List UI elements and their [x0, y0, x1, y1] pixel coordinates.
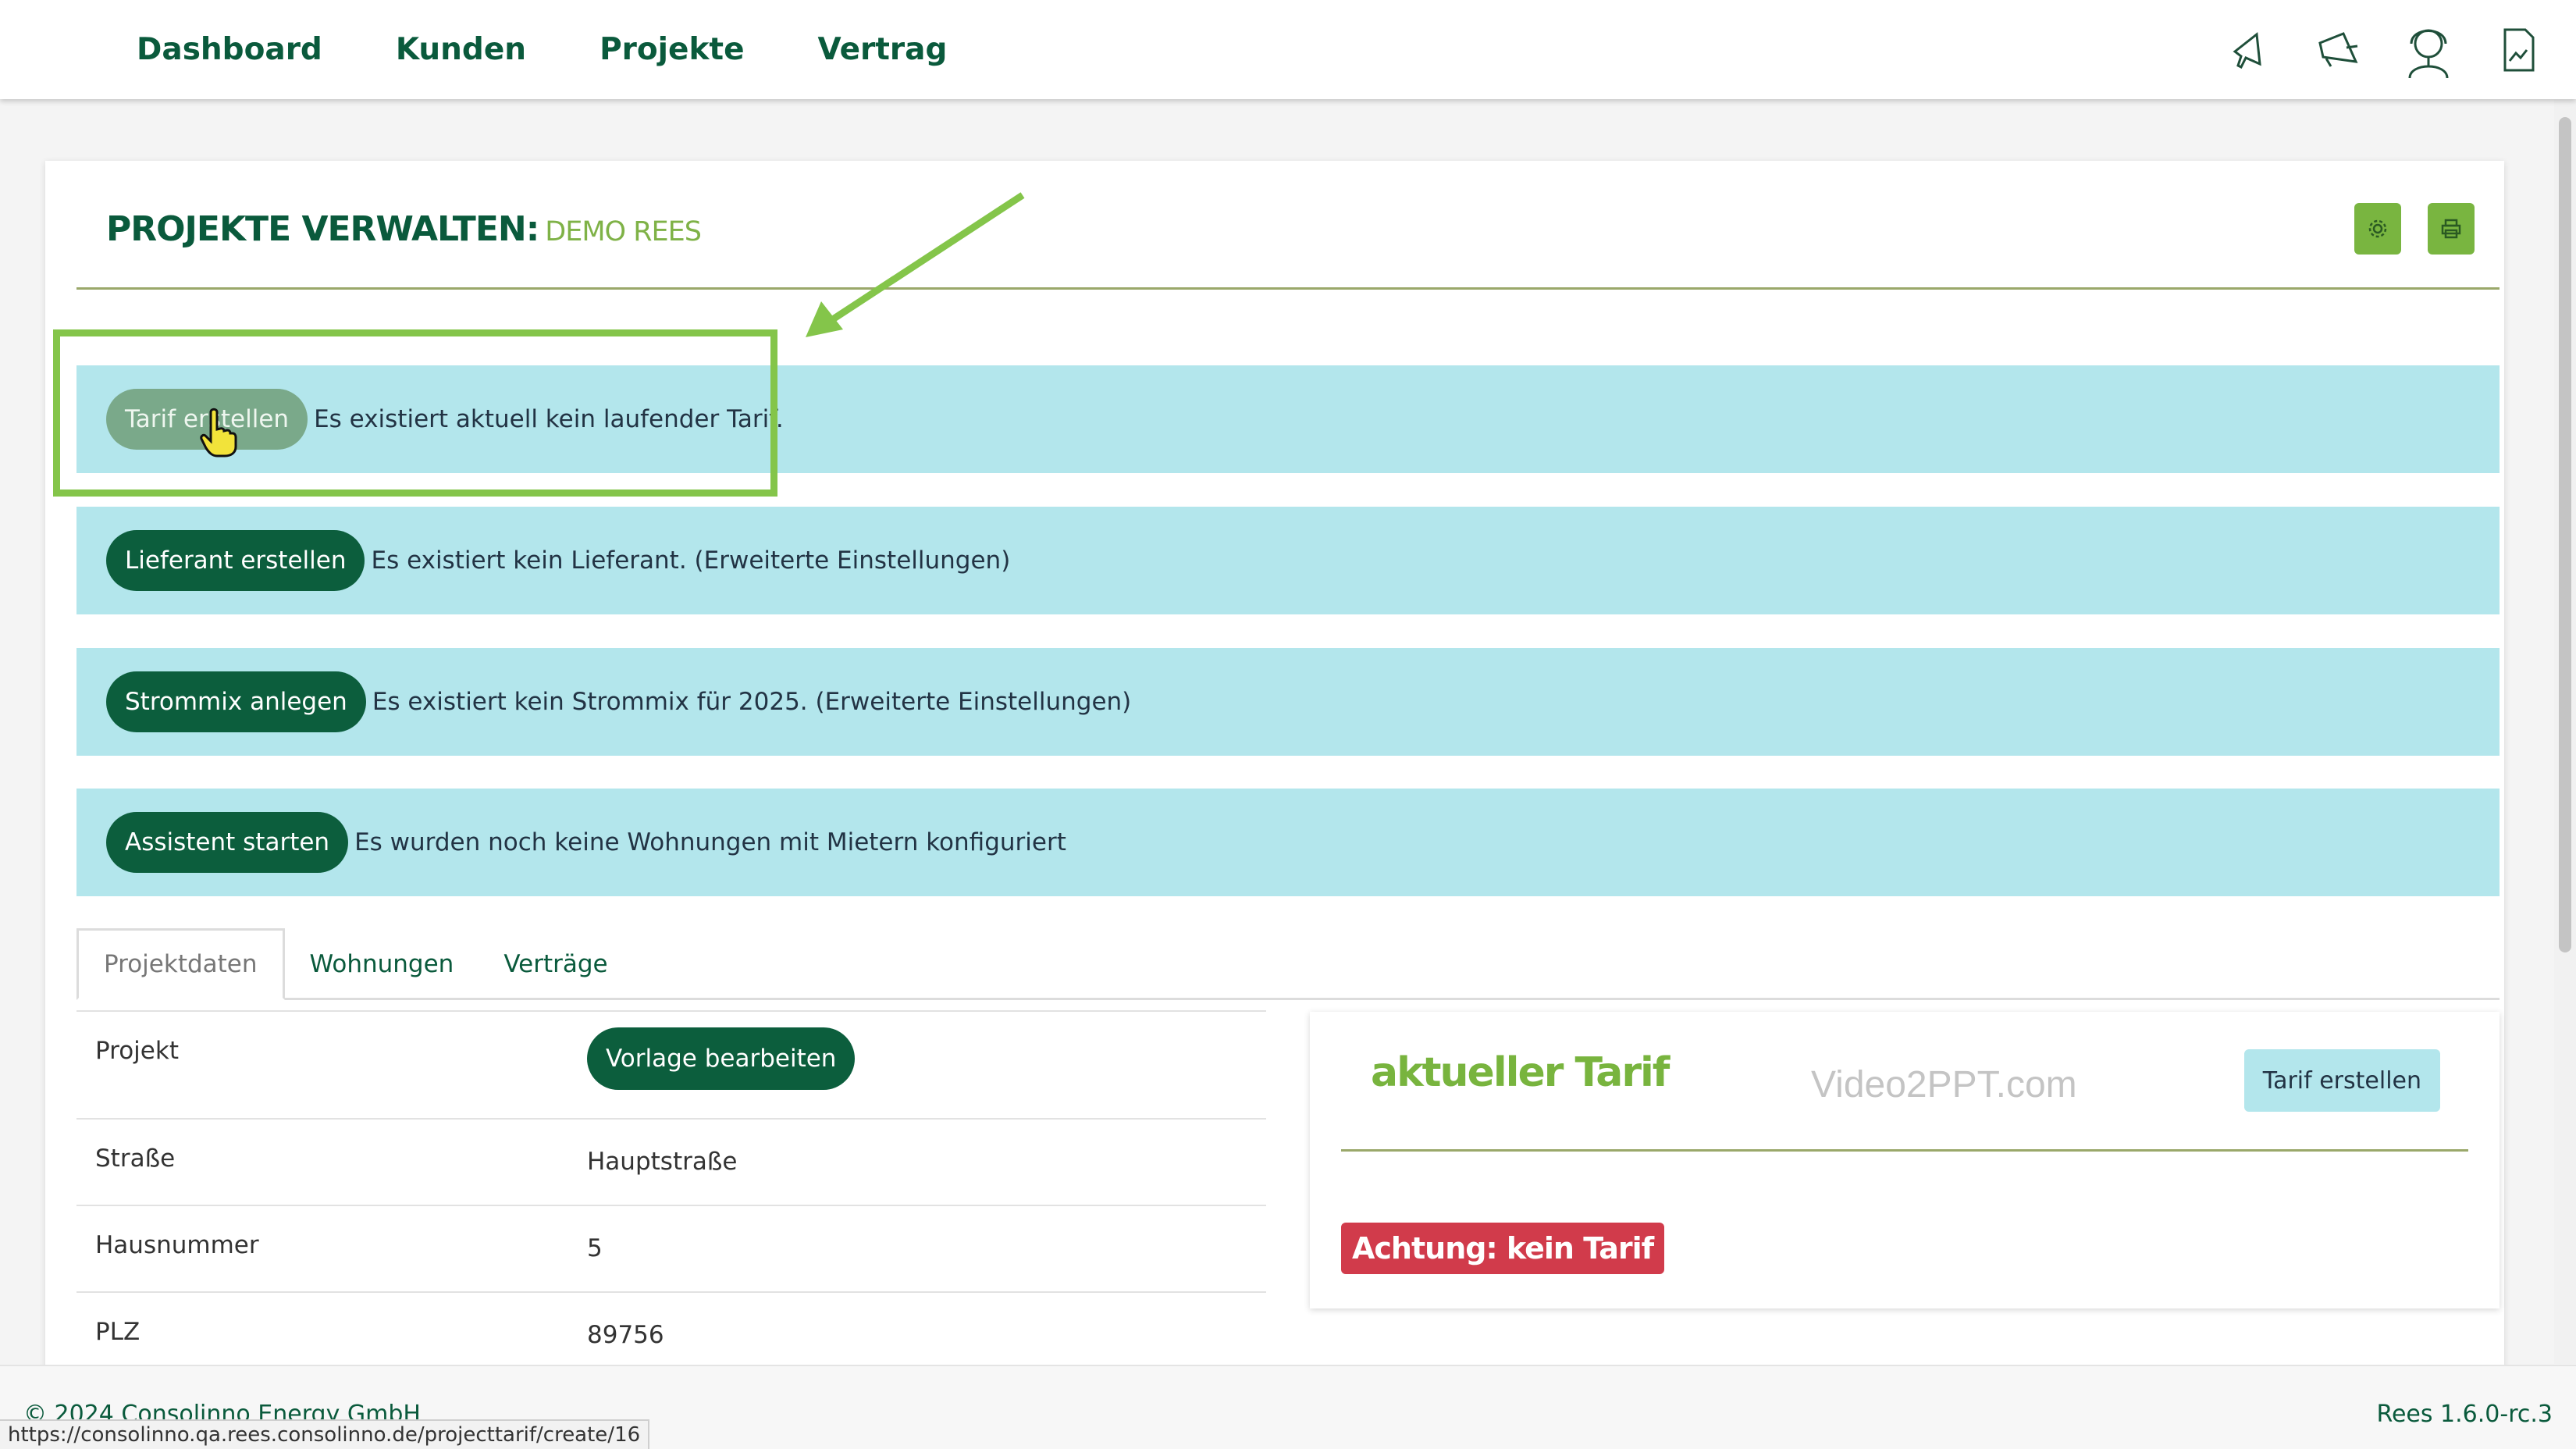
alert-strommix-text: Es existiert kein Strommix für 2025. (Er… — [372, 688, 1132, 716]
create-strommix-button[interactable]: Strommix anlegen — [106, 671, 366, 732]
no-tarif-warning-badge: Achtung: kein Tarif — [1341, 1223, 1665, 1274]
table-row: Hausnummer 5 — [76, 1205, 1266, 1291]
main-nav: Dashboard Kunden Projekte Vertrag — [137, 0, 947, 99]
app-version: Rees 1.6.0-rc.3 — [2376, 1401, 2553, 1428]
row-value-plz: 89756 — [587, 1321, 664, 1349]
announcement-icon[interactable] — [2314, 21, 2362, 79]
watermark-text: Video2PPT.com — [1811, 1064, 2077, 1105]
current-tarif-panel: aktueller Tarif Video2PPT.com Tarif erst… — [1310, 1012, 2500, 1308]
nav-dashboard[interactable]: Dashboard — [137, 32, 322, 67]
top-navbar: Dashboard Kunden Projekte Vertrag — [0, 0, 2576, 99]
settings-icon — [2368, 219, 2387, 238]
page-title: PROJEKTE VERWALTEN: DEMO REES — [106, 209, 702, 249]
nav-vertrag[interactable]: Vertrag — [818, 32, 948, 67]
browser-status-url: https://consolinno.qa.rees.consolinno.de… — [0, 1419, 650, 1449]
print-icon — [2441, 219, 2461, 239]
alert-strommix: Strommix anlegen Es existiert kein Strom… — [76, 648, 2500, 756]
alert-lieferant-text: Es existiert kein Lieferant. (Erweiterte… — [371, 546, 1011, 575]
top-icon-bar — [2223, 17, 2543, 83]
create-tarif-button[interactable]: Tarif erstellen — [106, 389, 308, 450]
row-label-plz: PLZ — [95, 1318, 141, 1346]
nav-projekte[interactable]: Projekte — [600, 32, 744, 67]
row-value-hausnummer: 5 — [587, 1234, 603, 1262]
start-assistant-button[interactable]: Assistent starten — [106, 812, 349, 873]
page-title-project: DEMO REES — [545, 216, 702, 247]
megaphone-icon[interactable] — [2223, 21, 2272, 79]
table-row: Straße Hauptstraße — [76, 1118, 1266, 1205]
document-icon[interactable] — [2495, 21, 2543, 79]
alert-lieferant: Lieferant erstellen Es existiert kein Li… — [76, 507, 2500, 614]
project-data-table: Projekt Vorlage bearbeiten Straße Haupts… — [76, 1010, 1266, 1378]
alert-assistant: Assistent starten Es wurden noch keine W… — [76, 789, 2500, 896]
tab-projektdaten[interactable]: Projektdaten — [76, 928, 285, 1000]
user-support-icon[interactable] — [2404, 21, 2453, 79]
row-value-strasse: Hauptstraße — [587, 1148, 738, 1176]
title-divider — [76, 287, 2500, 290]
edit-template-button[interactable]: Vorlage bearbeiten — [587, 1027, 856, 1090]
tarif-panel-title: aktueller Tarif — [1371, 1049, 1670, 1096]
table-row: Projekt Vorlage bearbeiten — [76, 1010, 1266, 1118]
row-label-projekt: Projekt — [95, 1037, 179, 1065]
create-supplier-button[interactable]: Lieferant erstellen — [106, 530, 365, 591]
print-button[interactable] — [2428, 203, 2475, 255]
project-tabs: Projektdaten Wohnungen Verträge — [76, 928, 2500, 1000]
title-actions — [2354, 203, 2475, 255]
page-title-main: PROJEKTE VERWALTEN: — [106, 209, 539, 249]
alert-tarif: Tarif erstellen Es existiert aktuell kei… — [76, 365, 2500, 473]
tab-wohnungen[interactable]: Wohnungen — [285, 928, 479, 1000]
row-label-hausnummer: Hausnummer — [95, 1231, 259, 1259]
tarif-create-button[interactable]: Tarif erstellen — [2243, 1049, 2440, 1112]
tarif-divider — [1341, 1149, 2468, 1152]
row-label-strasse: Straße — [95, 1145, 176, 1173]
nav-kunden[interactable]: Kunden — [396, 32, 526, 67]
alert-tarif-text: Es existiert aktuell kein laufender Tari… — [314, 405, 784, 433]
scrollbar-thumb[interactable] — [2559, 117, 2571, 952]
alert-assistant-text: Es wurden noch keine Wohnungen mit Miete… — [354, 828, 1066, 856]
tab-vertraege[interactable]: Verträge — [479, 928, 632, 1000]
settings-button[interactable] — [2354, 203, 2401, 255]
project-card: PROJEKTE VERWALTEN: DEMO REES Tarif erst… — [45, 161, 2504, 1379]
